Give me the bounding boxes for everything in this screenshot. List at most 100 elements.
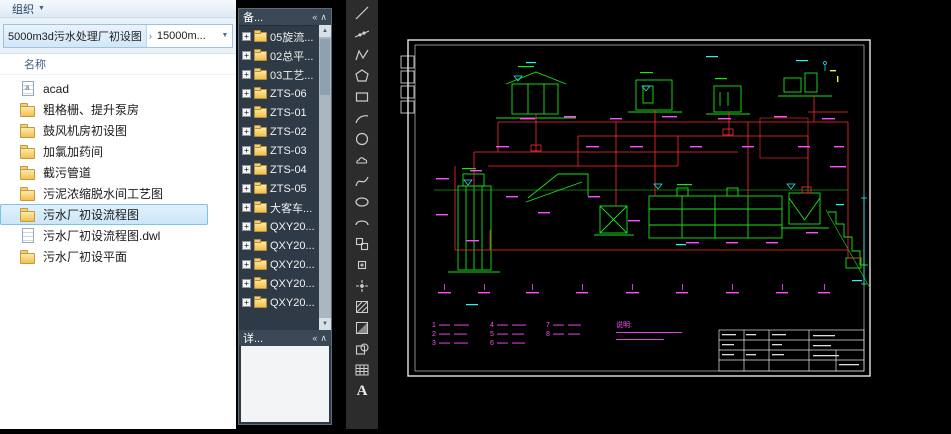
table-icon[interactable]	[351, 360, 373, 380]
sheet-tree-item[interactable]: + 大客车...	[239, 198, 319, 217]
circle-icon[interactable]	[351, 129, 373, 149]
svg-text:7: 7	[546, 322, 550, 329]
cad-drawing: 1 2 3 4 5 6 7 8 说明:	[378, 0, 951, 429]
expand-plus-icon[interactable]: +	[242, 298, 251, 307]
collapse-left-icon[interactable]: «	[312, 333, 317, 343]
file-row[interactable]: 粗格栅、提升泵房	[0, 99, 208, 120]
polyline-icon[interactable]	[351, 45, 373, 65]
rectangle-icon[interactable]	[351, 87, 373, 107]
file-row[interactable]: acad	[0, 78, 208, 99]
expand-plus-icon[interactable]: +	[242, 279, 251, 288]
sheet-tree-item[interactable]: + ZTS-05	[239, 179, 319, 198]
expand-plus-icon[interactable]: +	[242, 127, 251, 136]
folder-icon	[254, 146, 267, 156]
ellipse-icon[interactable]	[351, 192, 373, 212]
svg-text:说明:: 说明:	[616, 320, 632, 329]
expand-plus-icon[interactable]: +	[242, 222, 251, 231]
construction-line-icon[interactable]	[351, 24, 373, 44]
sheet-tree-item[interactable]: + QXY20...	[239, 293, 319, 312]
sheet-name: QXY20...	[270, 240, 315, 252]
palette-scrollbar[interactable]: ▲ ▼	[319, 25, 331, 330]
ellipse-arc-icon[interactable]	[351, 213, 373, 233]
file-icon	[20, 81, 36, 96]
breadcrumb-current[interactable]: 15000m...	[154, 30, 209, 42]
name-column-header[interactable]: 名称	[0, 54, 236, 75]
breadcrumb-parent[interactable]: 5000m3d污水处理厂初设图	[4, 25, 147, 47]
sheet-tree-item[interactable]: + ZTS-06	[239, 84, 319, 103]
collapse-up-icon[interactable]: ∧	[320, 333, 327, 343]
expand-plus-icon[interactable]: +	[242, 89, 251, 98]
organize-button[interactable]: 组织 ▼	[7, 0, 50, 18]
file-icon	[20, 249, 36, 264]
folder-icon	[254, 184, 267, 194]
explorer-command-bar: 组织 ▼	[0, 0, 236, 18]
point-icon[interactable]	[351, 276, 373, 296]
region-icon[interactable]	[351, 339, 373, 359]
breadcrumb-separator-icon: ›	[147, 31, 154, 41]
palette-header: 备... « ∧	[239, 9, 331, 26]
details-body	[241, 346, 329, 422]
file-row[interactable]: 污水厂初设平面	[0, 246, 208, 267]
expand-plus-icon[interactable]: +	[242, 203, 251, 212]
dimension-marks	[464, 62, 867, 285]
sheet-name: 02总平...	[270, 48, 313, 64]
sheet-tree-item[interactable]: + ZTS-01	[239, 103, 319, 122]
sheet-tree-item[interactable]: + ZTS-02	[239, 122, 319, 141]
polygon-icon[interactable]	[351, 66, 373, 86]
expand-plus-icon[interactable]: +	[242, 260, 251, 269]
svg-text:1: 1	[432, 322, 436, 329]
scrollbar-thumb[interactable]	[320, 39, 330, 95]
folder-icon	[254, 298, 267, 308]
collapse-up-icon[interactable]: ∧	[320, 12, 327, 22]
expand-plus-icon[interactable]: +	[242, 146, 251, 155]
sheet-tree-item[interactable]: + QXY20...	[239, 274, 319, 293]
file-name: 污水厂初设平面	[43, 248, 127, 265]
arc-icon[interactable]	[351, 108, 373, 128]
sheet-tree-item[interactable]: + QXY20...	[239, 255, 319, 274]
sheet-tree-item[interactable]: + ZTS-04	[239, 160, 319, 179]
line-icon[interactable]	[351, 3, 373, 23]
file-row[interactable]: 污泥浓缩脱水间工艺图	[0, 183, 208, 204]
sheet-tree-item[interactable]: + 05旋流...	[239, 27, 319, 46]
sheet-name: QXY20...	[270, 297, 315, 309]
multiline-text-icon[interactable]: A	[351, 381, 373, 401]
scroll-down-icon[interactable]: ▼	[319, 318, 331, 330]
expand-plus-icon[interactable]: +	[242, 51, 251, 60]
expand-plus-icon[interactable]: +	[242, 70, 251, 79]
revision-cloud-icon[interactable]	[351, 150, 373, 170]
file-icon	[20, 144, 36, 159]
sheet-tree-item[interactable]: + QXY20...	[239, 236, 319, 255]
expand-plus-icon[interactable]: +	[242, 165, 251, 174]
file-icon	[20, 207, 36, 222]
expand-plus-icon[interactable]: +	[242, 32, 251, 41]
file-row[interactable]: 污水厂初设流程图.dwl	[0, 225, 208, 246]
file-icon	[20, 102, 36, 117]
sheet-tree-item[interactable]: + 03工艺...	[239, 65, 319, 84]
file-row[interactable]: 加氯加药间	[0, 141, 208, 162]
expand-plus-icon[interactable]: +	[242, 184, 251, 193]
dimension-text	[466, 56, 862, 305]
gradient-icon[interactable]	[351, 318, 373, 338]
file-row[interactable]: 截污管道	[0, 162, 208, 183]
breadcrumb[interactable]: 5000m3d污水处理厂初设图 › 15000m... ▼	[3, 24, 233, 48]
insert-block-icon[interactable]	[351, 234, 373, 254]
sheet-tree-item[interactable]: + QXY20...	[239, 217, 319, 236]
address-dropdown-icon[interactable]: ▼	[218, 32, 232, 39]
file-row[interactable]: 污水厂初设流程图	[0, 204, 208, 225]
cad-canvas[interactable]: 1 2 3 4 5 6 7 8 说明:	[378, 0, 951, 429]
expand-plus-icon[interactable]: +	[242, 241, 251, 250]
sheet-tree-item[interactable]: + 02总平...	[239, 46, 319, 65]
address-bar: 5000m3d污水处理厂初设图 › 15000m... ▼	[0, 18, 236, 54]
sheet-tree-item[interactable]: + ZTS-03	[239, 141, 319, 160]
misc-marks	[830, 70, 838, 82]
file-name: 污水厂初设流程图	[43, 206, 139, 223]
sheet-name: ZTS-01	[270, 107, 307, 119]
hatch-icon[interactable]	[351, 297, 373, 317]
make-block-icon[interactable]	[351, 255, 373, 275]
spline-icon[interactable]	[351, 171, 373, 191]
folder-icon	[254, 51, 267, 61]
scroll-up-icon[interactable]: ▲	[319, 25, 331, 37]
collapse-left-icon[interactable]: «	[312, 12, 317, 22]
file-row[interactable]: 鼓风机房初设图	[0, 120, 208, 141]
expand-plus-icon[interactable]: +	[242, 108, 251, 117]
